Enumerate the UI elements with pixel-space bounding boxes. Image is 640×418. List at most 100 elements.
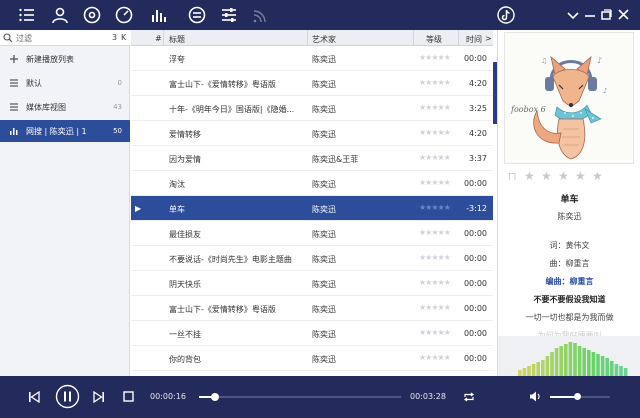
bar-chart-icon xyxy=(9,126,19,136)
track-rating[interactable]: ★★★★★ xyxy=(419,103,451,112)
bar-chart-icon[interactable] xyxy=(150,6,168,24)
lyric-line: 编曲：柳重言 xyxy=(545,277,594,286)
rating-star[interactable]: ★ xyxy=(541,169,552,183)
menu-icon[interactable] xyxy=(18,6,36,24)
rating-bar[interactable]: ⊓ ★ ★ ★ ★ ★ xyxy=(508,169,638,184)
spectrum-bar xyxy=(596,354,600,376)
volume-slider[interactable] xyxy=(550,393,610,400)
disc-icon[interactable] xyxy=(83,6,101,24)
sidebar-item-default[interactable]: 默认 0 xyxy=(0,72,130,94)
track-artist: 陈奕迅&王菲 xyxy=(312,155,359,164)
track-artist: 陈奕迅 xyxy=(312,130,336,139)
spectrum-bar xyxy=(623,368,628,376)
track-rating[interactable]: ★★★★★ xyxy=(419,78,451,87)
track-rating[interactable]: ★★★★★ xyxy=(419,153,451,162)
album-art: ♪ ♫ ♪ foobox 6 xyxy=(504,32,634,164)
volume-icon[interactable] xyxy=(529,390,542,403)
track-duration: 3:37 xyxy=(469,154,487,163)
col-title-header[interactable]: 标题 xyxy=(169,34,185,45)
filter-input[interactable]: 过滤 xyxy=(16,33,32,44)
track-row[interactable]: 十年-《明年今日》国语版|《隐婚... 陈奕迅 ★★★★★ 3:25 xyxy=(131,96,493,121)
track-duration: 00:00 xyxy=(463,229,487,238)
track-row[interactable]: 富士山下-《爱情转移》粤语版 陈奕迅 ★★★★★ 4:20 xyxy=(131,71,493,96)
pause-button[interactable] xyxy=(55,384,80,409)
col-rating-header[interactable]: 等级 xyxy=(426,34,442,45)
wifi-icon[interactable] xyxy=(251,6,269,24)
track-rating[interactable]: ★★★★★ xyxy=(419,178,451,187)
track-row[interactable]: 阴天快乐 陈奕迅 ★★★★★ 00:00 xyxy=(131,271,493,296)
list-icon xyxy=(9,78,19,88)
volume-handle[interactable] xyxy=(574,393,581,400)
svg-text:♫: ♫ xyxy=(541,57,547,65)
repeat-icon[interactable] xyxy=(463,391,475,403)
track-rating[interactable]: ★★★★★ xyxy=(419,303,451,312)
track-artist: 陈奕迅 xyxy=(312,280,336,289)
next-icon[interactable] xyxy=(93,391,105,403)
previous-icon[interactable] xyxy=(28,391,40,403)
spectrum-bar xyxy=(554,348,559,376)
rating-star[interactable]: ★ xyxy=(592,169,603,183)
sliders-icon[interactable] xyxy=(220,6,238,24)
seek-handle[interactable] xyxy=(211,393,220,401)
tiktok-icon[interactable] xyxy=(497,6,515,24)
track-rating[interactable]: ★★★★★ xyxy=(419,203,451,212)
plus-icon xyxy=(9,54,19,64)
col-num-header[interactable]: # xyxy=(155,34,162,43)
track-row[interactable]: 不要说话-《时尚先生》电影主题曲 陈奕迅 ★★★★★ 00:00 xyxy=(131,246,493,271)
col-more-button[interactable]: > xyxy=(485,34,492,43)
equalizer-round-icon[interactable] xyxy=(188,6,206,24)
track-duration: 00:00 xyxy=(463,54,487,63)
spectrum-bar xyxy=(541,360,545,376)
sidebar-item-library-view[interactable]: 媒体库视图 43 xyxy=(0,96,130,118)
track-row[interactable]: 因为爱情 陈奕迅&王菲 ★★★★★ 3:37 xyxy=(131,146,493,171)
sidebar-item-label: 网搜 | 陈奕迅 | 1 xyxy=(26,127,87,136)
track-rating[interactable]: ★★★★★ xyxy=(419,353,451,362)
track-rating[interactable]: ★★★★★ xyxy=(419,228,451,237)
seek-bar[interactable] xyxy=(199,393,401,401)
filter-collapse-button[interactable]: K xyxy=(121,33,126,42)
bookmark-icon[interactable]: ⊓ xyxy=(508,170,517,183)
album-art-caption: foobox 6 xyxy=(511,105,546,114)
user-icon[interactable] xyxy=(51,6,69,24)
track-title: 你的背包 xyxy=(169,355,201,364)
track-row[interactable]: 淘汰 陈奕迅 ★★★★★ 00:00 xyxy=(131,171,493,196)
spectrum-bar xyxy=(545,356,550,376)
track-rating[interactable]: ★★★★★ xyxy=(419,53,451,62)
track-rating[interactable]: ★★★★★ xyxy=(419,128,451,137)
track-duration: 3:25 xyxy=(469,104,487,113)
now-playing-artist: 陈奕迅 xyxy=(557,212,582,221)
track-row-playing[interactable]: ▶ 单车 陈奕迅 ★★★★★ -3:12 xyxy=(131,196,493,221)
spectrum-bar xyxy=(536,362,540,376)
rating-star[interactable]: ★ xyxy=(558,169,569,183)
sidebar-item-label: 新建播放列表 xyxy=(26,55,74,64)
spectrum-bar xyxy=(573,343,577,376)
chevron-down-icon[interactable] xyxy=(564,6,582,24)
col-time-header[interactable]: 时间 xyxy=(466,34,482,45)
maximize-icon[interactable] xyxy=(597,6,615,24)
track-artist: 陈奕迅 xyxy=(312,305,336,314)
track-artist: 陈奕迅 xyxy=(312,255,336,264)
spectrum-bar xyxy=(577,346,582,376)
track-row[interactable]: 一丝不挂 陈奕迅 ★★★★★ 00:00 xyxy=(131,321,493,346)
track-row[interactable]: 最佳损友 陈奕迅 ★★★★★ 00:00 xyxy=(131,221,493,246)
sidebar-item-new-playlist[interactable]: 新建播放列表 xyxy=(0,48,130,70)
sidebar-item-web-search[interactable]: 网搜 | 陈奕迅 | 1 50 xyxy=(0,120,130,142)
track-row[interactable]: 你的背包 陈奕迅 ★★★★★ 00:00 xyxy=(131,346,493,371)
col-artist-header[interactable]: 艺术家 xyxy=(312,34,336,45)
track-row[interactable]: 富士山下-《爱情转移》粤语版 陈奕迅 ★★★★★ 00:00 xyxy=(131,296,493,321)
track-rating[interactable]: ★★★★★ xyxy=(419,328,451,337)
close-icon[interactable] xyxy=(615,6,633,24)
track-row[interactable]: 爱情转移 陈奕迅 ★★★★★ 4:20 xyxy=(131,121,493,146)
playing-indicator-icon: ▶ xyxy=(135,204,142,213)
track-row[interactable]: 浮夸 陈奕迅 ★★★★★ 00:00 xyxy=(131,46,493,71)
stop-icon[interactable] xyxy=(123,391,134,402)
rating-star[interactable]: ★ xyxy=(524,169,535,183)
spectrum-bar xyxy=(591,352,596,376)
track-rating[interactable]: ★★★★★ xyxy=(419,278,451,287)
track-artist: 陈奕迅 xyxy=(312,55,336,64)
track-rating[interactable]: ★★★★★ xyxy=(419,253,451,262)
filter-bar[interactable]: 过滤 3 K xyxy=(0,30,130,46)
rating-star[interactable]: ★ xyxy=(575,169,586,183)
gauge-icon[interactable] xyxy=(115,6,133,24)
track-duration: 00:00 xyxy=(463,279,487,288)
